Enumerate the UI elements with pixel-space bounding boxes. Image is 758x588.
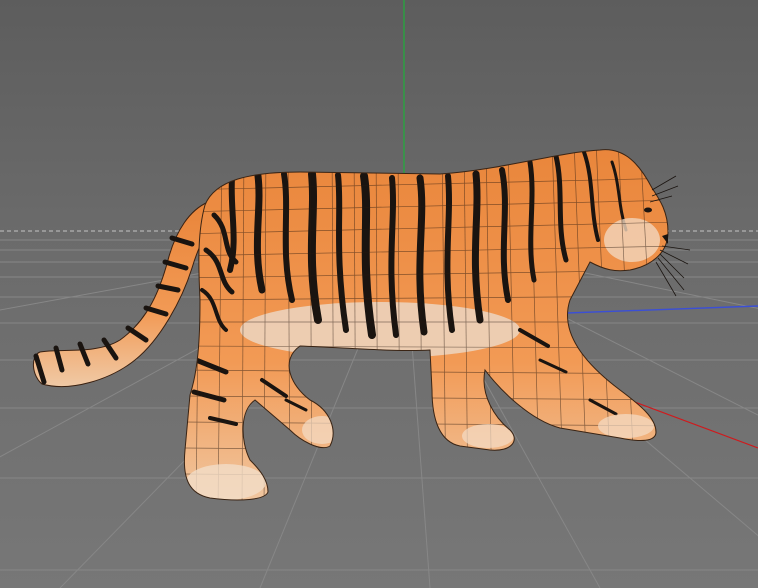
- tiger-eye: [644, 207, 652, 213]
- viewport-scene[interactable]: [0, 0, 758, 588]
- 3d-viewport[interactable]: [0, 0, 758, 588]
